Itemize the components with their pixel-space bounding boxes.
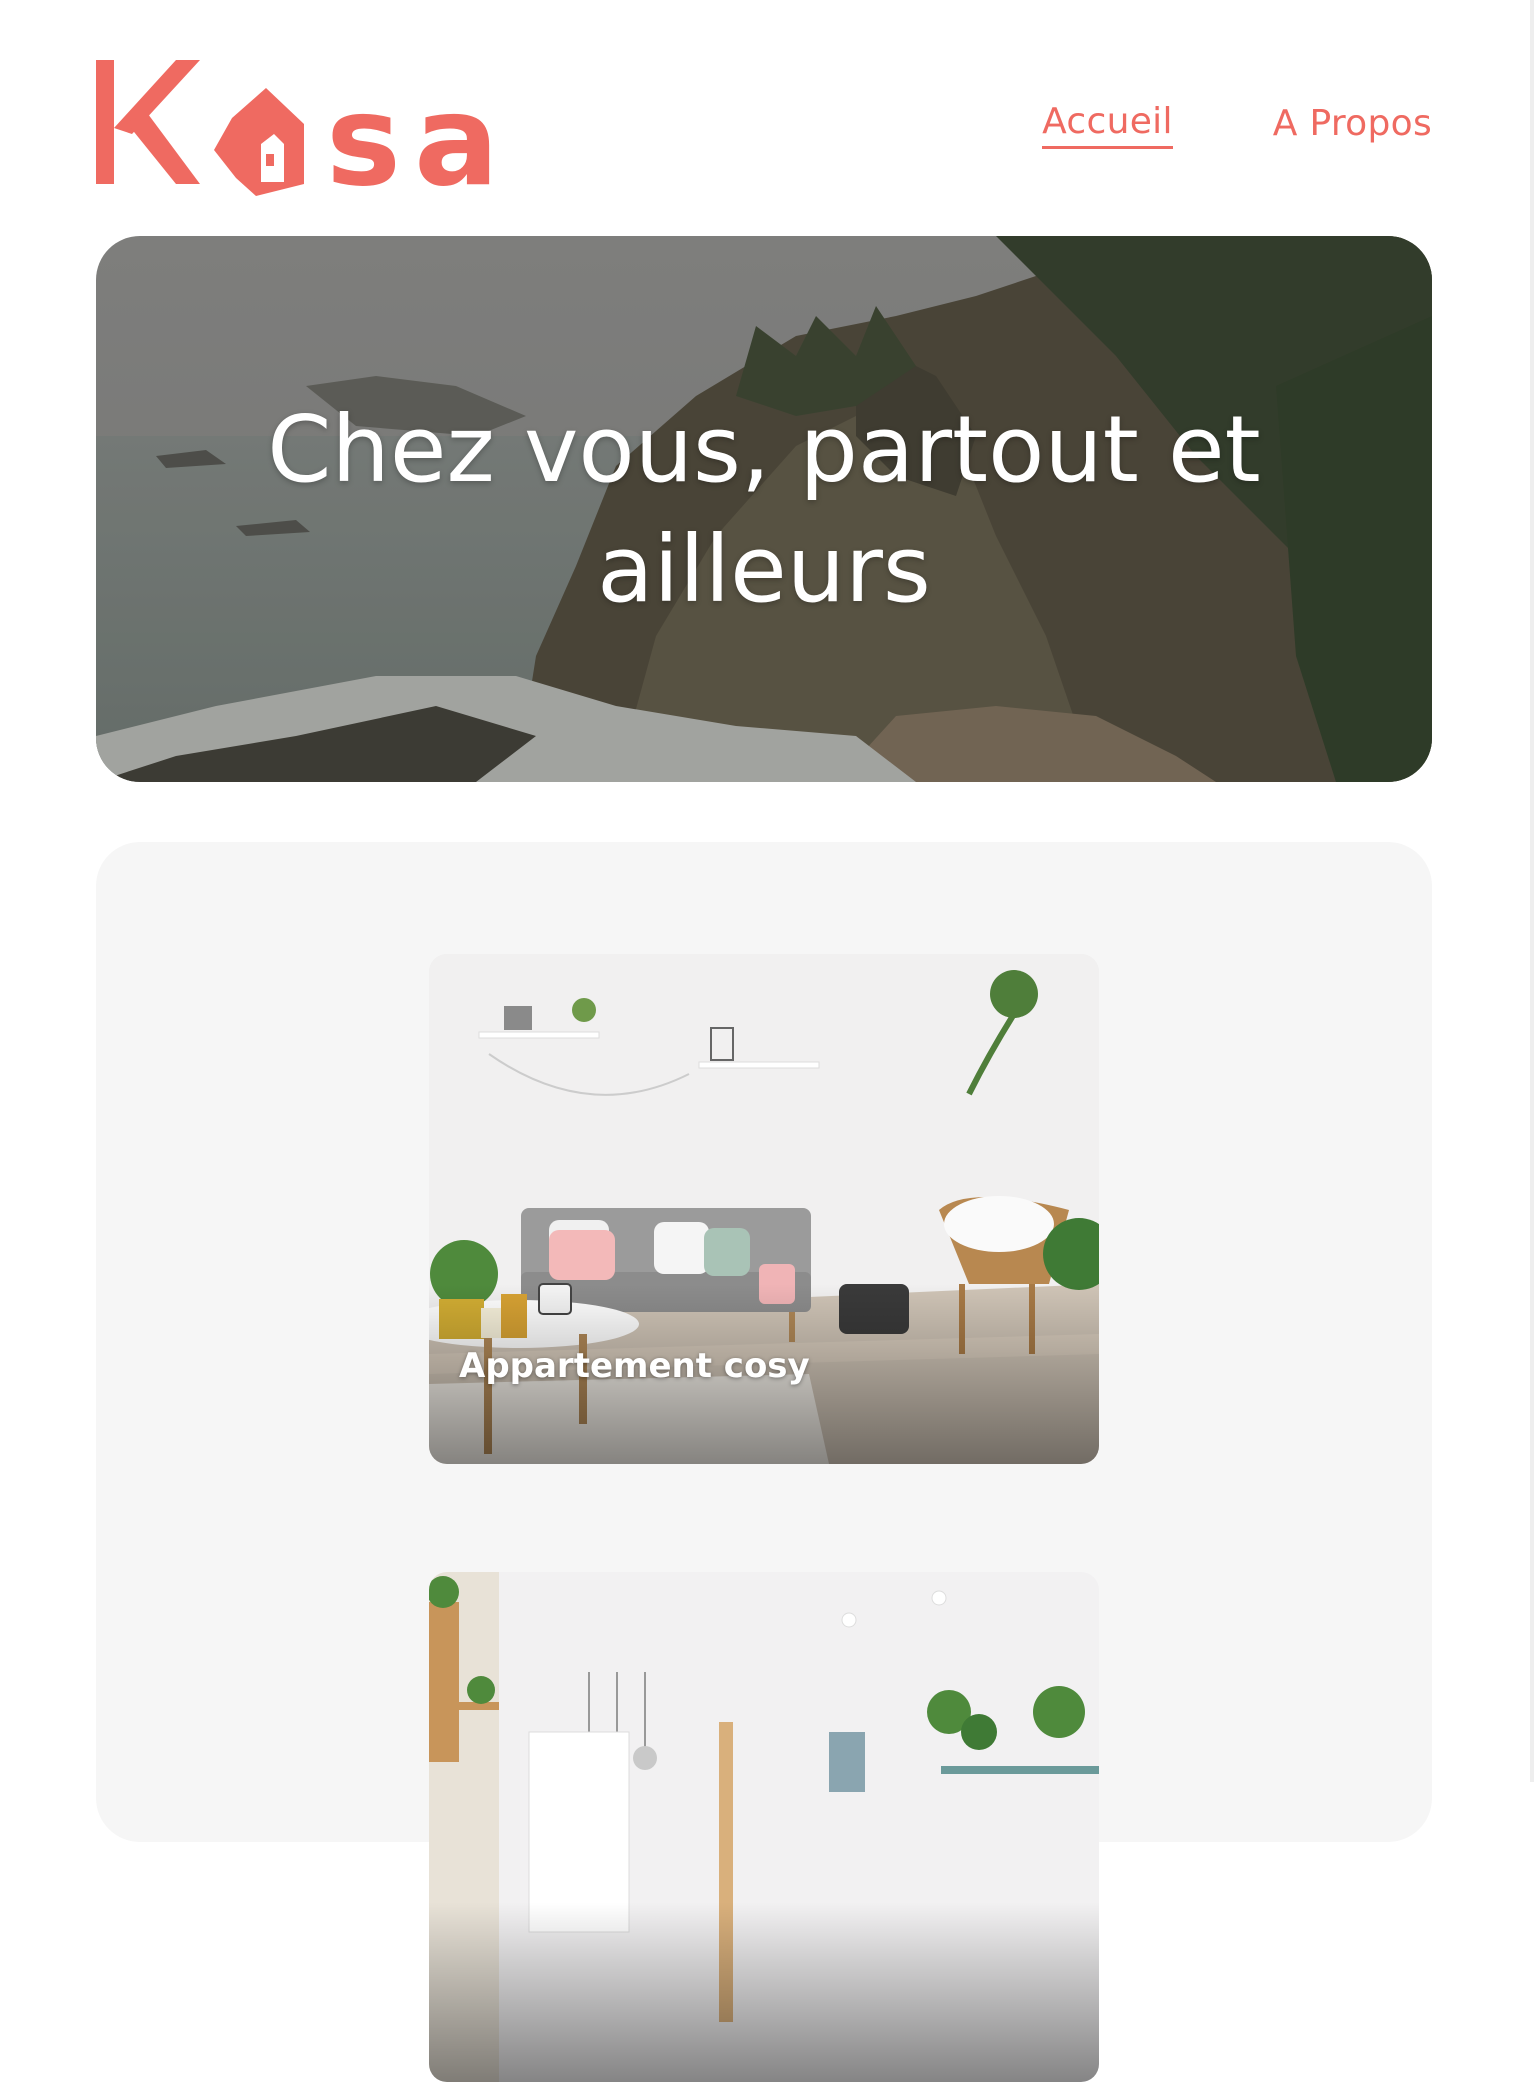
listings-gallery: Appartement cosy xyxy=(96,842,1432,2082)
listing-card[interactable] xyxy=(429,1572,1099,2082)
nav-link-accueil[interactable]: Accueil xyxy=(1042,104,1173,149)
nav-link-a-propos[interactable]: A Propos xyxy=(1273,105,1432,148)
listing-card-overlay xyxy=(429,1902,1099,2082)
hero-title: Chez vous, partout et ailleurs xyxy=(267,396,1261,623)
svg-text:a: a xyxy=(414,67,499,198)
scrollbar[interactable] xyxy=(1530,0,1534,1782)
listing-title: Appartement cosy xyxy=(459,1346,810,1386)
hero-banner: Chez vous, partout et ailleurs xyxy=(96,236,1432,782)
main-nav: Accueil A Propos xyxy=(1042,104,1432,149)
site-header: s a Accueil A Propos xyxy=(96,58,1432,198)
listing-card[interactable]: Appartement cosy xyxy=(429,954,1099,1464)
kasa-logo[interactable]: s a xyxy=(96,58,516,198)
svg-text:s: s xyxy=(326,67,401,198)
